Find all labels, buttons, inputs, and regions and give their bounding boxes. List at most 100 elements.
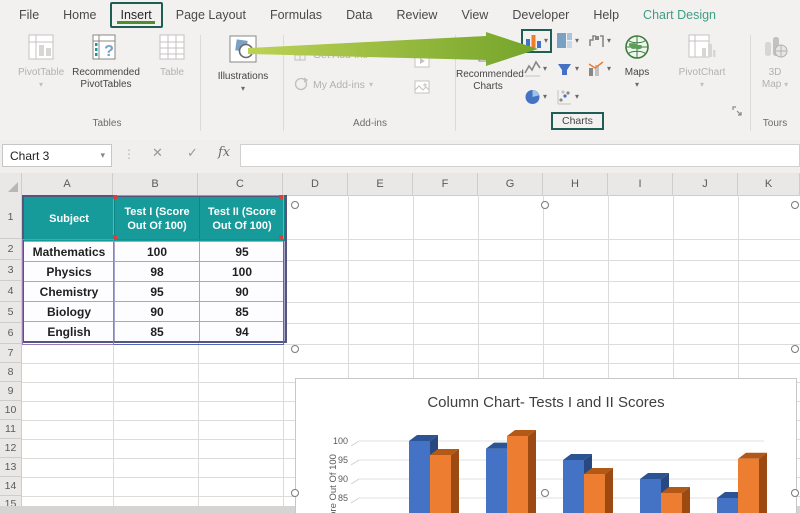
row-header-5[interactable]: 5 bbox=[0, 302, 22, 323]
table-header-cell[interactable]: Test II (Score Out Of 100) bbox=[200, 197, 285, 241]
column-header-I[interactable]: I bbox=[608, 173, 673, 195]
table-cell[interactable]: 85 bbox=[200, 301, 285, 321]
charts-dialog-launcher-icon[interactable] bbox=[732, 106, 743, 120]
insert-funnel-chart-caret-icon[interactable]: ▾ bbox=[575, 65, 579, 73]
table-header-cell[interactable]: Subject bbox=[24, 197, 115, 241]
row-header-2[interactable]: 2 bbox=[0, 239, 22, 260]
insert-scatter-chart-button[interactable]: ▾ bbox=[556, 88, 579, 106]
table-button[interactable]: Table bbox=[148, 34, 196, 79]
my-addins-button[interactable]: My Add-ins ▾ bbox=[294, 76, 373, 94]
table-cell[interactable]: English bbox=[24, 321, 115, 341]
table-cell[interactable]: 85 bbox=[115, 321, 200, 341]
enter-icon[interactable]: ✓ bbox=[187, 145, 198, 161]
chart-resize-handle[interactable] bbox=[541, 489, 549, 497]
insert-scatter-chart-caret-icon[interactable]: ▾ bbox=[575, 93, 579, 101]
worksheet[interactable]: ABCDEFGHIJK 1 2 3 4 5 6 7 8 9 10 11 12 13 14 15 Subjec… bbox=[0, 173, 800, 513]
column-header-E[interactable]: E bbox=[348, 173, 413, 195]
table-cell[interactable]: 100 bbox=[200, 261, 285, 281]
chart-resize-handle[interactable] bbox=[791, 489, 799, 497]
name-box[interactable]: Chart 3 ▾ bbox=[2, 144, 112, 167]
insert-hierarchy-chart-caret-icon[interactable]: ▾ bbox=[575, 37, 579, 45]
chart-resize-handle[interactable] bbox=[291, 201, 299, 209]
pivottable-button[interactable]: PivotTable ▾ bbox=[18, 34, 64, 92]
row-header-11[interactable]: 11 bbox=[0, 420, 22, 439]
row-header-9[interactable]: 9 bbox=[0, 382, 22, 401]
tab-insert[interactable]: Insert bbox=[109, 2, 163, 28]
tab-data[interactable]: Data bbox=[335, 2, 383, 28]
select-all-corner[interactable] bbox=[0, 173, 22, 195]
chart-resize-handle[interactable] bbox=[541, 201, 549, 209]
tab-page-layout[interactable]: Page Layout bbox=[165, 2, 257, 28]
tab-formulas[interactable]: Formulas bbox=[259, 2, 333, 28]
insert-waterfall-chart-caret-icon[interactable]: ▾ bbox=[607, 37, 611, 45]
insert-line-chart-caret-icon[interactable]: ▾ bbox=[543, 65, 547, 73]
column-header-H[interactable]: H bbox=[543, 173, 608, 195]
get-addins-button[interactable]: Get Add-ins bbox=[294, 46, 368, 64]
chart-resize-handle[interactable] bbox=[791, 345, 799, 353]
row-header-4[interactable]: 4 bbox=[0, 281, 22, 302]
addin-media-button[interactable] bbox=[414, 54, 430, 68]
tab-help[interactable]: Help bbox=[582, 2, 630, 28]
column-header-F[interactable]: F bbox=[413, 173, 478, 195]
row-header-10[interactable]: 10 bbox=[0, 401, 22, 420]
row-header-12[interactable]: 12 bbox=[0, 439, 22, 458]
column-header-A[interactable]: A bbox=[22, 173, 113, 195]
row-header-3[interactable]: 3 bbox=[0, 260, 22, 281]
recommended-pivottables-button[interactable]: ? Recommended PivotTables bbox=[64, 34, 148, 92]
pivotchart-button[interactable]: PivotChart ▾ bbox=[660, 34, 744, 92]
tab-developer[interactable]: Developer bbox=[501, 2, 580, 28]
insert-hierarchy-chart-button[interactable]: ▾ bbox=[556, 32, 579, 50]
table-cell[interactable]: Biology bbox=[24, 301, 115, 321]
table-header-cell[interactable]: Test I (Score Out Of 100) bbox=[115, 197, 200, 241]
addin-image-button[interactable] bbox=[414, 80, 430, 94]
illustrations-button[interactable]: Illustrations ▾ bbox=[206, 34, 280, 96]
column-header-B[interactable]: B bbox=[113, 173, 198, 195]
table-cell[interactable]: Mathematics bbox=[24, 241, 115, 261]
name-box-dropdown-icon[interactable]: ▾ bbox=[100, 150, 105, 161]
insert-funnel-chart-button[interactable]: ▾ bbox=[556, 60, 579, 78]
row-header-7[interactable]: 7 bbox=[0, 344, 22, 363]
table-cell[interactable]: 98 bbox=[115, 261, 200, 281]
data-table[interactable]: Subject Test I (Score Out Of 100) Test II … bbox=[22, 195, 287, 343]
chart-resize-handle[interactable] bbox=[291, 345, 299, 353]
tab-file[interactable]: File bbox=[8, 2, 50, 28]
tab-chart-design[interactable]: Chart Design bbox=[632, 2, 727, 28]
table-cell[interactable]: 95 bbox=[200, 241, 285, 261]
table-cell[interactable]: 94 bbox=[200, 321, 285, 341]
column-header-C[interactable]: C bbox=[198, 173, 283, 195]
column-header-D[interactable]: D bbox=[283, 173, 348, 195]
column-header-J[interactable]: J bbox=[673, 173, 738, 195]
insert-line-chart-button[interactable]: ▾ bbox=[524, 60, 547, 78]
tab-review[interactable]: Review bbox=[385, 2, 448, 28]
insert-combo-chart-caret-icon[interactable]: ▾ bbox=[607, 65, 611, 73]
row-header-6[interactable]: 6 bbox=[0, 323, 22, 344]
3d-map-button[interactable]: 3D Map ▾ bbox=[752, 34, 798, 92]
column-header-G[interactable]: G bbox=[478, 173, 543, 195]
insert-column-chart-button[interactable]: ▾ bbox=[521, 29, 553, 53]
table-cell[interactable]: Physics bbox=[24, 261, 115, 281]
chart-resize-handle[interactable] bbox=[791, 201, 799, 209]
row-header-1[interactable]: 1 bbox=[0, 195, 22, 239]
maps-button[interactable]: Maps ▾ bbox=[616, 34, 658, 92]
insert-column-chart-caret-icon[interactable]: ▾ bbox=[544, 37, 548, 45]
insert-function-icon[interactable]: fx bbox=[218, 145, 230, 160]
tab-home[interactable]: Home bbox=[52, 2, 107, 28]
table-cell[interactable]: 90 bbox=[115, 301, 200, 321]
row-header-13[interactable]: 13 bbox=[0, 458, 22, 477]
table-cell[interactable]: 95 bbox=[115, 281, 200, 301]
column-header-K[interactable]: K bbox=[738, 173, 800, 195]
insert-pie-chart-button[interactable]: ▾ bbox=[524, 88, 547, 106]
table-cell[interactable]: 100 bbox=[115, 241, 200, 261]
insert-waterfall-chart-button[interactable]: ▾ bbox=[588, 32, 611, 50]
insert-combo-chart-button[interactable]: ▾ bbox=[588, 60, 611, 78]
insert-pie-chart-caret-icon[interactable]: ▾ bbox=[543, 93, 547, 101]
table-cell[interactable]: 90 bbox=[200, 281, 285, 301]
formula-input[interactable] bbox=[240, 144, 800, 167]
cancel-icon[interactable]: ✕ bbox=[152, 145, 163, 161]
tab-view[interactable]: View bbox=[450, 2, 499, 28]
chart-resize-handle[interactable] bbox=[291, 489, 299, 497]
row-header-14[interactable]: 14 bbox=[0, 477, 22, 496]
row-header-8[interactable]: 8 bbox=[0, 363, 22, 382]
table-cell[interactable]: Chemistry bbox=[24, 281, 115, 301]
recommended-charts-button[interactable]: Recommended Charts bbox=[456, 44, 524, 94]
